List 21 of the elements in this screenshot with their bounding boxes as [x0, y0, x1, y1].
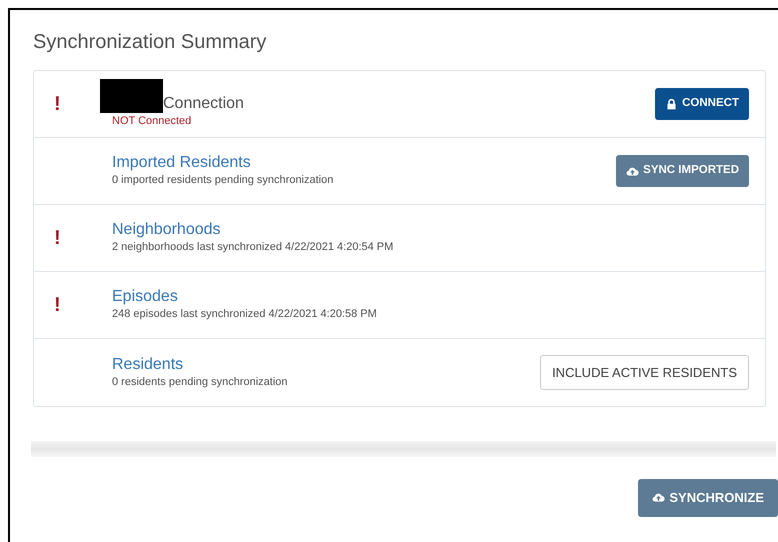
lock-icon [665, 98, 678, 110]
status-text: 0 residents pending synchronization [112, 374, 289, 390]
action-button[interactable]: CONNECT [655, 88, 749, 120]
status-text: 2 neighborhoods last synchronized 4/22/2021 4:20:54 PM [112, 240, 394, 256]
status-text: 0 imported residents pending synchronization [112, 173, 334, 188]
section-link[interactable]: Imported Residents [112, 153, 616, 172]
status-text: 248 episodes last synchronized 4/22/2021 4:20:58 PM [112, 307, 378, 322]
section-link[interactable]: Neighborhoods [112, 220, 749, 240]
status-text: NOT Connected [112, 114, 192, 129]
action-button[interactable]: SYNC IMPORTED [616, 155, 749, 187]
cloud-upload-icon [626, 164, 640, 178]
action-button[interactable]: INCLUDE ACTIVE RESIDENTS [540, 354, 749, 390]
alert-marker: ! [54, 92, 61, 117]
alert-marker: ! [54, 293, 61, 318]
section-link[interactable]: Episodes [112, 287, 749, 306]
section-title: Synchronization Summary [33, 30, 268, 54]
alert-marker: ! [54, 226, 61, 251]
cloud-upload-icon [652, 491, 666, 504]
section-link[interactable]: Residents [112, 354, 540, 374]
action-button[interactable]: SYNCHRONIZE [638, 479, 778, 516]
section-heading: Connection [163, 94, 244, 113]
